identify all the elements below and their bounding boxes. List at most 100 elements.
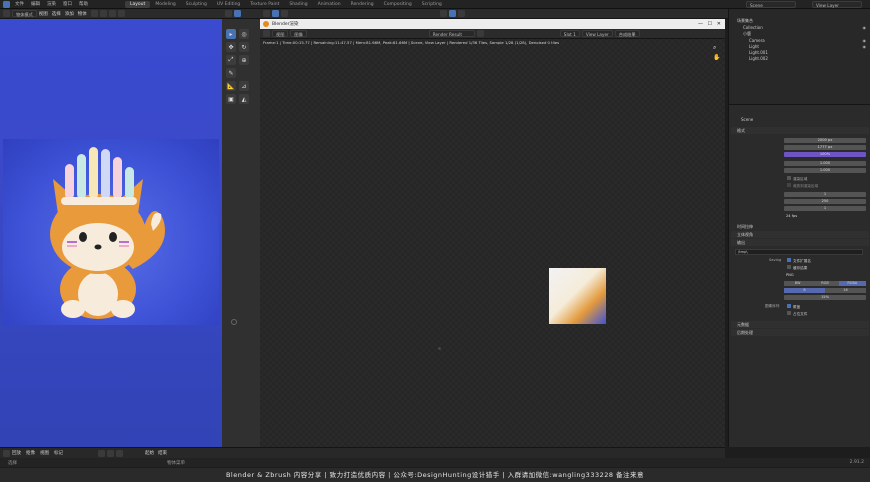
frame-start-field[interactable]: 1 (784, 192, 866, 197)
move-tool-icon[interactable]: ✥ (226, 42, 236, 52)
transform-tool-icon[interactable]: ⊕ (239, 55, 249, 65)
aspect-y-field[interactable]: 1.000 (784, 168, 866, 173)
tab-texture-paint[interactable]: Texture Paint (245, 1, 284, 8)
shading-material-icon[interactable] (449, 10, 456, 17)
depth-16-option[interactable]: 16 (825, 288, 866, 293)
proportional-icon[interactable] (117, 10, 125, 17)
placeholders-checkbox[interactable]: 占位文件 (787, 311, 807, 317)
frame-rate-dropdown[interactable]: 24 fps (784, 214, 866, 219)
scene-selector[interactable]: Scene (746, 1, 796, 8)
maximize-button[interactable]: ☐ (708, 21, 712, 27)
section-post-processing[interactable]: 后期处理 (731, 329, 869, 336)
measure-tool-icon[interactable]: 📐 (226, 81, 236, 91)
outliner-item-collection[interactable]: Collection (743, 25, 763, 30)
tab-compositing[interactable]: Compositing (379, 1, 417, 8)
res-percent-field[interactable]: 100% (784, 152, 866, 157)
zoom-icon[interactable]: ⌕ (713, 44, 716, 52)
overwrite-checkbox[interactable]: 覆盖 (787, 304, 800, 310)
res-y-field[interactable]: 1777 px (784, 145, 866, 150)
section-stereoscopy[interactable]: 立体视角 (731, 231, 869, 238)
pass-selector[interactable]: 合成结果 (614, 30, 640, 37)
menu-file[interactable]: 文件 (15, 1, 24, 7)
crop-checkbox[interactable]: 裁剪到渲染区域 (787, 183, 818, 189)
editor-type-icon-2[interactable] (225, 10, 232, 17)
res-x-field[interactable]: 2000 px (784, 138, 866, 143)
image-selector[interactable]: Render Result (428, 30, 475, 37)
tab-uv-editing[interactable]: UV Editing (212, 1, 245, 8)
transform-orientation-icon[interactable] (90, 10, 98, 17)
pivot-icon[interactable] (99, 10, 107, 17)
outliner-item-camera[interactable]: Camera (749, 38, 765, 43)
scale-tool-icon[interactable]: ⤢ (226, 55, 236, 65)
mode-selector[interactable]: 物体模式 (12, 10, 37, 17)
cursor-tool-icon[interactable]: ◎ (239, 29, 249, 39)
pin-icon[interactable] (476, 30, 484, 37)
visibility-eye-icon-3[interactable]: ◉ (863, 44, 867, 49)
timeline-view-menu[interactable]: 视图 (40, 450, 49, 456)
color-rgba-option[interactable]: RGBA (838, 281, 866, 286)
layer-selector[interactable]: View Layer (581, 30, 613, 37)
shading-solid-icon[interactable] (440, 10, 447, 17)
blender-logo-icon[interactable] (3, 0, 10, 8)
menu-edit[interactable]: 编辑 (31, 1, 40, 7)
tab-shading[interactable]: Shading (284, 1, 312, 8)
visibility-eye-icon-2[interactable]: ◉ (863, 38, 867, 43)
color-rgb-option[interactable]: RGB (811, 281, 839, 286)
add-cube-tool-icon[interactable]: ▣ (226, 94, 236, 104)
keying-menu[interactable]: 抠像 (26, 450, 35, 456)
section-dimensions[interactable]: 格式 (731, 127, 869, 134)
file-ext-checkbox[interactable]: 文件扩展名 (787, 258, 811, 264)
playback-menu[interactable]: 回放 (12, 450, 21, 456)
tab-sculpting[interactable]: Sculpting (181, 1, 212, 8)
outliner-scene-collection[interactable]: 场景集合 (737, 18, 753, 24)
snap-icon[interactable] (108, 10, 116, 17)
annotate-tool-icon[interactable]: ✎ (226, 68, 236, 78)
close-button[interactable]: ✕ (717, 21, 721, 27)
select-box-icon[interactable] (234, 10, 241, 17)
menu-view[interactable]: 视图 (39, 11, 48, 17)
frame-end-field[interactable]: 250 (784, 199, 866, 204)
shading-render-icon[interactable] (458, 10, 465, 17)
frame-step-field[interactable]: 1 (784, 206, 866, 211)
jump-start-icon[interactable] (98, 449, 105, 457)
depth-8-option[interactable]: 8 (784, 288, 825, 293)
tab-modeling[interactable]: Modeling (150, 1, 180, 8)
timeline-editor-icon[interactable] (3, 449, 10, 457)
output-path-input[interactable]: /tmp\ (735, 249, 863, 255)
play-icon[interactable] (107, 449, 114, 457)
image-menu[interactable]: 图像 (290, 30, 307, 37)
outliner-item-light[interactable]: Light (749, 44, 759, 49)
view-layer-selector[interactable]: View Layer (812, 1, 862, 8)
select-tool-icon[interactable]: ▸ (226, 29, 236, 39)
viewport-gizmo-icon[interactable] (272, 10, 279, 17)
compression-slider[interactable]: 15% (784, 295, 866, 300)
tab-rendering[interactable]: Rendering (346, 1, 379, 8)
color-bw-option[interactable]: BW (784, 281, 812, 286)
image-editor-icon[interactable] (263, 30, 270, 37)
viewport-overlay-icon[interactable] (263, 10, 270, 17)
cache-checkbox[interactable]: 缓存结果 (787, 265, 807, 271)
section-output[interactable]: 输出 (731, 239, 869, 246)
aspect-x-field[interactable]: 1.000 (784, 161, 866, 166)
border-checkbox[interactable]: 渲染区域 (787, 176, 807, 182)
menu-select[interactable]: 选择 (52, 11, 61, 17)
menu-render[interactable]: 渲染 (47, 1, 56, 7)
outliner-item-deer[interactable]: 小鹿 (743, 31, 751, 37)
camera-view-panel[interactable] (0, 19, 222, 447)
render-viewport[interactable] (260, 19, 725, 447)
slot-selector[interactable]: Slot 1 (559, 30, 580, 37)
visibility-eye-icon[interactable]: ◉ (863, 25, 867, 30)
view-menu[interactable]: 视图 (272, 30, 289, 37)
tab-scripting[interactable]: Scripting (417, 1, 447, 8)
menu-object[interactable]: 物体 (78, 11, 87, 17)
jump-end-icon[interactable] (116, 449, 123, 457)
menu-help[interactable]: 帮助 (79, 1, 88, 7)
pan-hand-icon[interactable]: ✋ (713, 54, 720, 61)
tab-animation[interactable]: Animation (313, 1, 346, 8)
marker-menu[interactable]: 标记 (54, 450, 63, 456)
minimize-button[interactable]: — (698, 21, 703, 27)
menu-window[interactable]: 窗口 (63, 1, 72, 7)
file-format-dropdown[interactable]: PNG (784, 273, 866, 278)
tab-layout[interactable]: Layout (125, 0, 151, 8)
outliner-item-light-001[interactable]: Light.001 (749, 50, 768, 55)
